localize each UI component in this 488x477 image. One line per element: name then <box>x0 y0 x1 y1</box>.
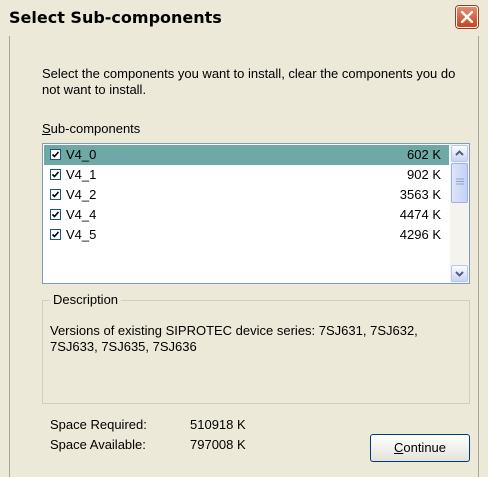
checkmark-icon <box>51 171 60 178</box>
list-item-v4-1[interactable]: V4_1 902 K <box>44 165 449 185</box>
scroll-thumb[interactable] <box>451 163 468 203</box>
checkbox-v4-5[interactable] <box>50 229 61 240</box>
checkmark-icon <box>51 151 60 158</box>
chevron-down-icon <box>455 271 464 277</box>
list-item-v4-2[interactable]: V4_2 3563 K <box>44 185 449 205</box>
select-subcomponents-dialog: Select Sub-components Select the compone… <box>0 0 488 477</box>
list-item-v4-4[interactable]: V4_4 4474 K <box>44 205 449 225</box>
item-size: 4296 K <box>399 227 441 242</box>
item-name: V4_5 <box>66 227 97 242</box>
window-title: Select Sub-components <box>9 8 222 27</box>
space-available-label: Space Available: <box>50 437 146 452</box>
close-icon <box>461 11 473 23</box>
checkmark-icon <box>51 211 60 218</box>
subcomponents-list[interactable]: V4_0 602 K V4_1 902 K V4_2 3563 K V4_4 4… <box>42 143 470 284</box>
continue-mnemonic: C <box>393 440 404 455</box>
list-item-v4-0[interactable]: V4_0 602 K <box>44 145 449 165</box>
item-size: 3563 K <box>399 187 441 202</box>
subcomponents-label: Sub-components <box>42 121 140 136</box>
checkbox-v4-4[interactable] <box>50 209 61 220</box>
scroll-down-button[interactable] <box>451 265 468 282</box>
continue-button[interactable]: Continue <box>370 434 470 462</box>
grip-icon <box>456 178 464 185</box>
item-name: V4_4 <box>66 207 97 222</box>
checkbox-v4-1[interactable] <box>50 169 61 180</box>
chevron-up-icon <box>455 150 464 156</box>
list-items: V4_0 602 K V4_1 902 K V4_2 3563 K V4_4 4… <box>44 145 449 245</box>
checkbox-v4-2[interactable] <box>50 189 61 200</box>
subcomponents-label-rest: ub-components <box>50 121 141 136</box>
space-required-value: 510918 K <box>190 417 246 432</box>
description-title: Description <box>50 292 122 307</box>
checkbox-v4-0[interactable] <box>50 149 61 160</box>
continue-label-rest: ontinue <box>403 440 447 455</box>
description-text: Versions of existing SIPROTEC device ser… <box>50 323 418 354</box>
item-size: 602 K <box>407 147 441 162</box>
scroll-up-button[interactable] <box>451 145 468 162</box>
space-required-label: Space Required: <box>50 417 147 432</box>
checkmark-icon <box>51 231 60 238</box>
subcomponents-label-mnemonic: S <box>42 121 51 136</box>
item-name: V4_2 <box>66 187 97 202</box>
checkmark-icon <box>51 191 60 198</box>
title-bar[interactable]: Select Sub-components <box>0 0 488 36</box>
close-button[interactable] <box>456 6 478 28</box>
space-available-value: 797008 K <box>190 437 246 452</box>
item-size: 902 K <box>407 167 441 182</box>
item-size: 4474 K <box>399 207 441 222</box>
item-name: V4_1 <box>66 167 97 182</box>
item-name: V4_0 <box>66 147 97 162</box>
list-scrollbar[interactable] <box>450 144 469 283</box>
list-item-v4-5[interactable]: V4_5 4296 K <box>44 225 449 245</box>
instructions-text: Select the components you want to instal… <box>42 66 456 97</box>
